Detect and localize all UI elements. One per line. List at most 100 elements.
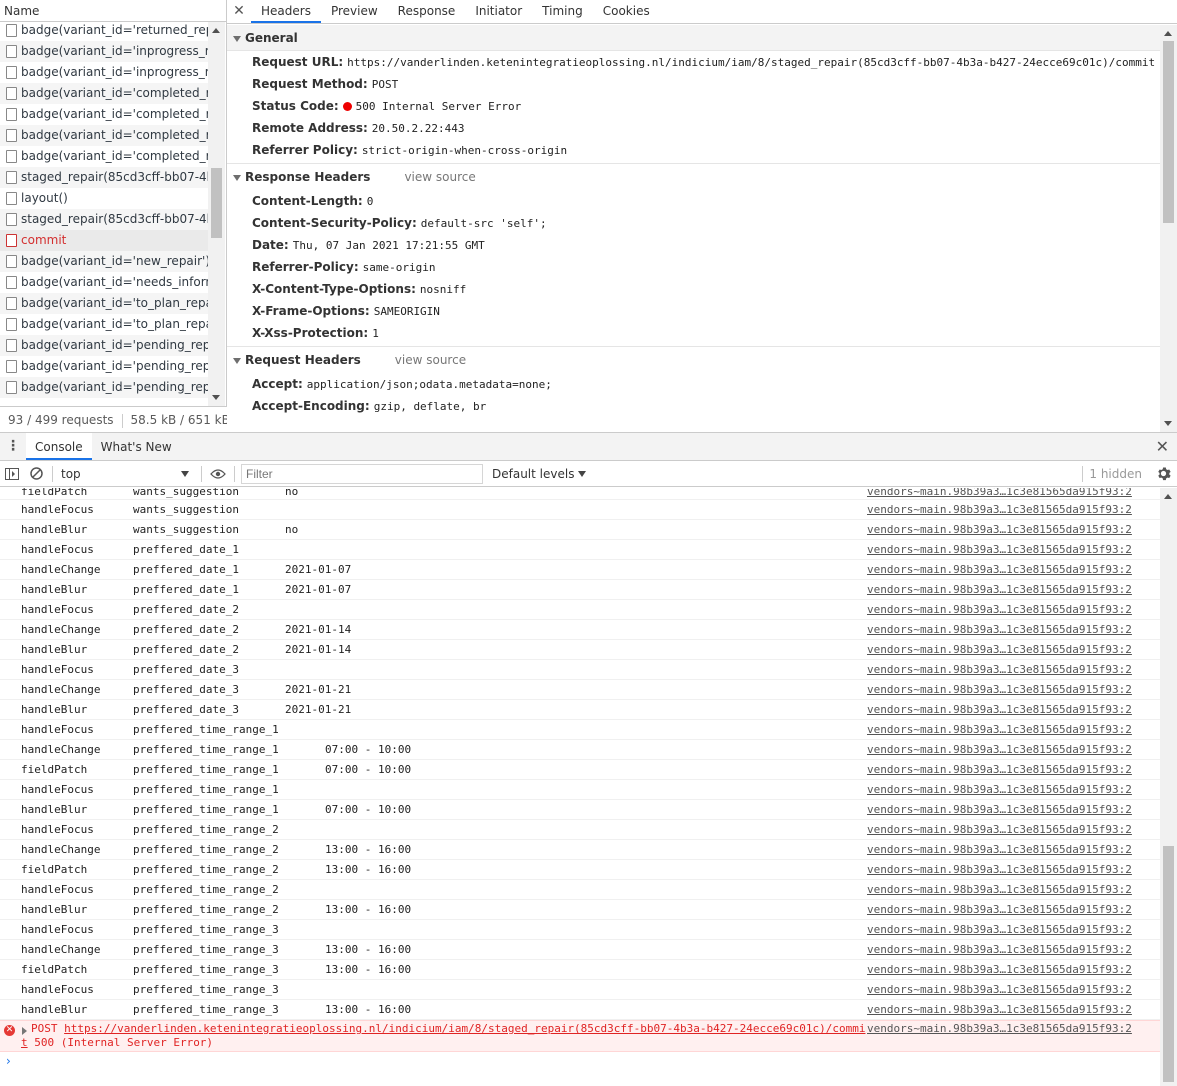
request-row[interactable]: badge(variant_id='to_plan_repair_cc	[0, 293, 208, 314]
error-url-link-continued[interactable]: t	[21, 1036, 28, 1049]
console-message: handleChange preffered_time_range_3 13:00 …	[0, 940, 1160, 960]
source-link[interactable]: vendors~main.98b39a3…1c3e81565da915f93:2	[867, 1000, 1132, 1020]
scroll-thumb[interactable]	[211, 168, 222, 238]
source-link[interactable]: vendors~main.98b39a3…1c3e81565da915f93:2	[867, 560, 1132, 580]
source-link[interactable]: vendors~main.98b39a3…1c3e81565da915f93:2	[867, 660, 1132, 680]
source-link[interactable]: vendors~main.98b39a3…1c3e81565da915f93:2	[867, 860, 1132, 880]
request-headers-section-header[interactable]: Request Headers view source	[227, 347, 1160, 373]
request-row[interactable]: staged_repair(85cd3cff-bb07-4b3a-	[0, 167, 208, 188]
source-link[interactable]: vendors~main.98b39a3…1c3e81565da915f93:2	[867, 820, 1132, 840]
log-levels-dropdown[interactable]: Default levels	[492, 467, 587, 481]
context-selector[interactable]: top	[57, 464, 197, 484]
source-link[interactable]: vendors~main.98b39a3…1c3e81565da915f93:2	[867, 760, 1132, 780]
request-row[interactable]: staged_repair(85cd3cff-bb07-4b3a-	[0, 209, 208, 230]
source-link[interactable]: vendors~main.98b39a3…1c3e81565da915f93:2	[867, 980, 1132, 1000]
response-headers-section-header[interactable]: Response Headers view source	[227, 164, 1160, 190]
source-link[interactable]: vendors~main.98b39a3…1c3e81565da915f93:2	[867, 900, 1132, 920]
request-row[interactable]: badge(variant_id='pending_repair_r	[0, 377, 208, 398]
close-icon[interactable]: ✕	[227, 0, 251, 23]
source-link[interactable]: vendors~main.98b39a3…1c3e81565da915f93:2	[867, 580, 1132, 600]
scroll-up-arrow-icon[interactable]	[1164, 31, 1172, 36]
tab-response[interactable]: Response	[388, 0, 466, 23]
live-expression-eye-icon[interactable]	[206, 461, 230, 487]
show-sidebar-icon[interactable]	[0, 461, 24, 487]
console-message: handleFocus preffered_time_range_2 vendors…	[0, 880, 1160, 900]
request-row[interactable]: layout()	[0, 188, 208, 209]
source-link[interactable]: vendors~main.98b39a3…1c3e81565da915f93:2	[867, 880, 1132, 900]
drawer-tab-console[interactable]: Console	[26, 433, 92, 460]
source-link[interactable]: vendors~main.98b39a3…1c3e81565da915f93:2	[867, 840, 1132, 860]
console-prompt[interactable]: ›	[0, 1052, 1160, 1072]
request-row[interactable]: badge(variant_id='inprogress_repai	[0, 41, 208, 62]
request-row[interactable]: badge(variant_id='pending_repair_c	[0, 335, 208, 356]
request-row[interactable]: badge(variant_id='returned_repair_c	[0, 20, 208, 41]
source-link[interactable]: vendors~main.98b39a3…1c3e81565da915f93:2	[867, 780, 1132, 800]
request-row[interactable]: commit	[0, 230, 208, 251]
name-column-header[interactable]: Name	[0, 0, 226, 22]
error-url-link[interactable]: https://vanderlinden.ketenintegratieoplo…	[64, 1022, 865, 1035]
scroll-up-arrow-icon[interactable]	[1164, 494, 1172, 499]
source-link[interactable]: vendors~main.98b39a3…1c3e81565da915f93:2	[867, 700, 1132, 720]
status-code-value: 500 Internal Server Error	[355, 100, 522, 113]
request-row[interactable]: badge(variant_id='completed_repai	[0, 146, 208, 167]
tab-headers[interactable]: Headers	[251, 0, 321, 23]
tab-cookies[interactable]: Cookies	[593, 0, 660, 23]
expand-triangle-icon[interactable]	[22, 1027, 27, 1035]
request-row[interactable]: badge(variant_id='needs_informatic	[0, 272, 208, 293]
log-value: 2021-01-21	[285, 703, 352, 716]
scroll-thumb[interactable]	[1163, 41, 1174, 223]
request-row[interactable]: badge(variant_id='inprogress_repai	[0, 62, 208, 83]
view-source-link[interactable]: view source	[395, 353, 466, 367]
request-list-scrollbar[interactable]	[208, 22, 225, 406]
source-link[interactable]: vendors~main.98b39a3…1c3e81565da915f93:2	[867, 500, 1132, 520]
request-row[interactable]: badge(variant_id='to_plan_repair_su	[0, 314, 208, 335]
scroll-up-arrow-icon[interactable]	[212, 28, 220, 33]
request-row[interactable]: badge(variant_id='completed_repai	[0, 83, 208, 104]
tab-timing[interactable]: Timing	[532, 0, 593, 23]
view-source-link[interactable]: view source	[404, 170, 475, 184]
details-scrollbar[interactable]	[1160, 25, 1177, 432]
drawer-tab-what-s-new[interactable]: What's New	[92, 433, 181, 460]
tab-initiator[interactable]: Initiator	[465, 0, 532, 23]
source-link[interactable]: vendors~main.98b39a3…1c3e81565da915f93:2	[867, 600, 1132, 620]
source-link[interactable]: vendors~main.98b39a3…1c3e81565da915f93:2	[867, 540, 1132, 560]
source-link[interactable]: vendors~main.98b39a3…1c3e81565da915f93:2	[867, 740, 1132, 760]
source-link[interactable]: vendors~main.98b39a3…1c3e81565da915f93:2	[867, 940, 1132, 960]
log-field: preffered_date_3	[133, 703, 239, 716]
source-link[interactable]: vendors~main.98b39a3…1c3e81565da915f93:2	[867, 800, 1132, 820]
header-value: 0	[366, 195, 374, 208]
source-link[interactable]: vendors~main.98b39a3…1c3e81565da915f93:2	[867, 720, 1132, 740]
console-error-message: ✕ POST https://vanderlinden.ketenintegrat…	[0, 1020, 1160, 1052]
header-row: Accept: application/json;odata.metadata=n…	[227, 373, 1160, 395]
source-link[interactable]: vendors~main.98b39a3…1c3e81565da915f93:2	[867, 680, 1132, 700]
source-link[interactable]: vendors~main.98b39a3…1c3e81565da915f93:2	[867, 960, 1132, 980]
general-section-header[interactable]: General	[227, 25, 1160, 51]
request-row[interactable]: badge(variant_id='completed_repai	[0, 125, 208, 146]
source-link[interactable]: vendors~main.98b39a3…1c3e81565da915f93:2	[867, 620, 1132, 640]
scroll-down-arrow-icon[interactable]	[212, 395, 220, 400]
console-message: handleFocus wants_suggestion vendors~main.…	[0, 500, 1160, 520]
tab-preview[interactable]: Preview	[321, 0, 388, 23]
log-field: preffered_time_range_1	[133, 723, 279, 736]
scroll-down-arrow-icon[interactable]	[1164, 421, 1172, 426]
scroll-thumb[interactable]	[1163, 846, 1174, 1082]
log-handler: handleChange	[21, 943, 101, 956]
source-link[interactable]: vendors~main.98b39a3…1c3e81565da915f93:2	[867, 920, 1132, 940]
source-link[interactable]: vendors~main.98b39a3…1c3e81565da915f93:2	[867, 1022, 1132, 1035]
clear-console-icon[interactable]	[24, 461, 48, 487]
request-row[interactable]: badge(variant_id='completed_repai	[0, 104, 208, 125]
document-icon	[6, 360, 17, 373]
console-scrollbar[interactable]	[1160, 488, 1177, 1086]
request-row[interactable]: badge(variant_id='new_repair')	[0, 251, 208, 272]
source-link[interactable]: vendors~main.98b39a3…1c3e81565da915f93:2	[867, 640, 1132, 660]
request-row[interactable]: badge(variant_id='pending_repair_c	[0, 356, 208, 377]
log-handler: handleBlur	[21, 583, 88, 596]
close-drawer-icon[interactable]: ✕	[1156, 436, 1169, 458]
more-menu-icon[interactable]: ⋮	[0, 433, 26, 460]
request-name: badge(variant_id='pending_repair_c	[21, 338, 208, 352]
filter-input[interactable]	[241, 463, 483, 484]
source-link[interactable]: vendors~main.98b39a3…1c3e81565da915f93:2	[867, 520, 1132, 540]
source-link[interactable]: vendors~main.98b39a3…1c3e81565da915f93:2	[867, 488, 1132, 497]
gear-icon[interactable]	[1156, 466, 1171, 484]
console-message: handleBlur preffered_time_range_2 13:00 - …	[0, 900, 1160, 920]
